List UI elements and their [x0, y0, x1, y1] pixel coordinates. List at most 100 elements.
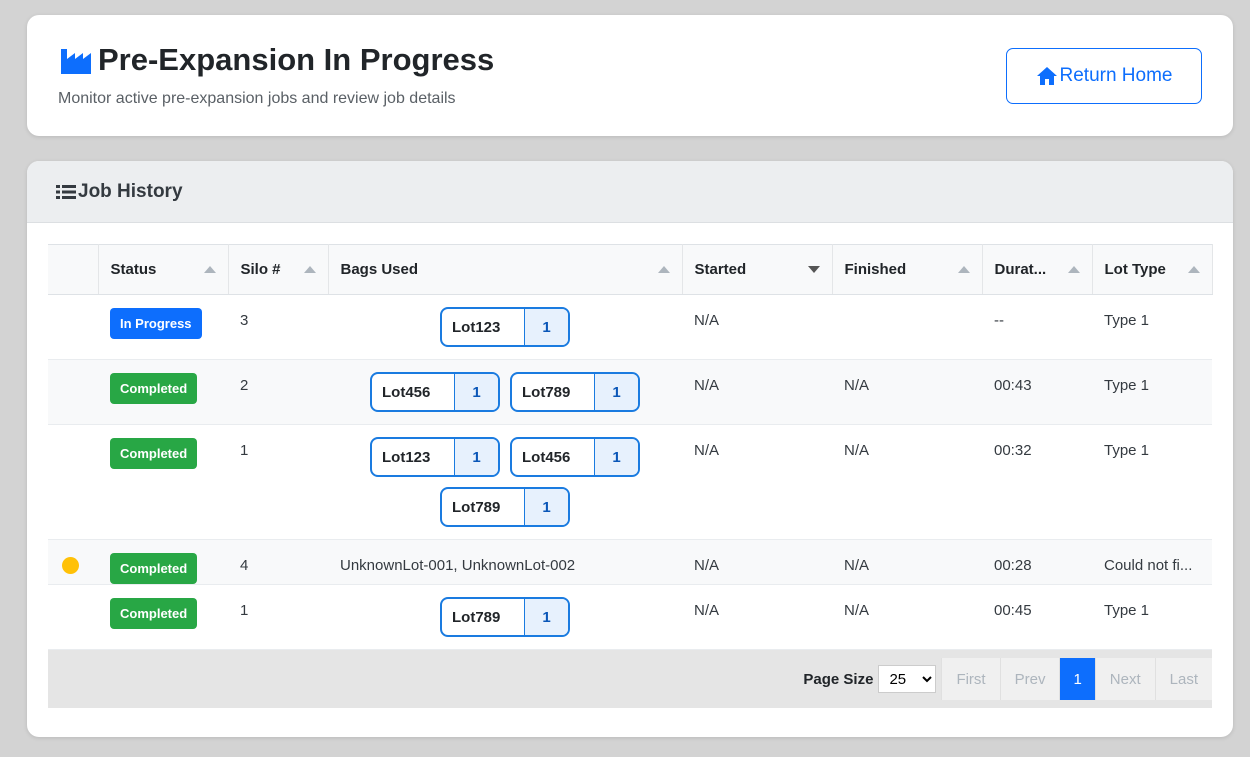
lot-type-cell: Could not fi... — [1092, 539, 1212, 585]
flag-cell — [48, 359, 98, 425]
finished-cell — [832, 294, 982, 360]
duration-cell: 00:32 — [982, 424, 1092, 540]
finished-cell: N/A — [832, 424, 982, 540]
column-header-lot-type[interactable]: Lot Type — [1092, 244, 1213, 295]
flag-cell — [48, 424, 98, 540]
column-header-label: Status — [110, 261, 157, 278]
silo-cell: 4 — [228, 539, 328, 585]
column-header-label: Silo # — [240, 261, 281, 278]
lot-name: Lot789 — [522, 383, 571, 401]
page-size-label: Page Size — [803, 670, 874, 688]
finished-cell: N/A — [832, 584, 982, 650]
page-1-button[interactable]: 1 — [1059, 658, 1095, 700]
lot-chip[interactable]: Lot456 1 — [510, 437, 640, 477]
lot-chip-list: Lot789 1 — [328, 585, 682, 649]
return-home-button[interactable]: Return Home — [1006, 48, 1202, 104]
lot-name: Lot123 — [382, 448, 431, 466]
bags-used-cell: Lot123 1 — [328, 294, 682, 360]
column-header-duration[interactable]: Durat... — [982, 244, 1093, 295]
lot-chip-list: Lot456 1 Lot789 1 — [328, 360, 682, 424]
lot-quantity: 1 — [524, 489, 568, 525]
bags-used-cell: UnknownLot-001, UnknownLot-002 — [328, 539, 682, 585]
table-header-row: Status Silo # Bags Used Started Finished… — [48, 244, 1213, 295]
lot-chip[interactable]: Lot789 1 — [440, 487, 570, 527]
prev-page-button[interactable]: Prev — [999, 658, 1060, 700]
column-header-silo[interactable]: Silo # — [228, 244, 329, 295]
status-cell: Completed — [98, 539, 228, 585]
lot-quantity: 1 — [454, 439, 498, 475]
status-badge: Completed — [110, 553, 198, 584]
lot-quantity: 1 — [524, 599, 568, 635]
duration-cell: 00:45 — [982, 584, 1092, 650]
lot-quantity: 1 — [594, 439, 638, 475]
bags-used-cell: Lot789 1 — [328, 584, 682, 650]
header-card: Pre-Expansion In Progress Monitor active… — [27, 15, 1233, 136]
page-size-select[interactable]: 25 — [878, 665, 937, 693]
first-page-button[interactable]: First — [941, 658, 1000, 700]
column-header-flag — [48, 244, 99, 295]
status-badge: In Progress — [110, 308, 202, 339]
lot-chip-list: Lot123 1 Lot456 1 Lot789 1 — [328, 425, 682, 539]
sort-asc-icon — [957, 266, 970, 273]
table-row[interactable]: Completed 1 Lot789 1 N/A N/A 00:45 Type 1 — [48, 584, 1212, 650]
sort-desc-icon — [807, 266, 820, 273]
return-home-label: Return Home — [1059, 65, 1173, 86]
started-cell: N/A — [682, 424, 832, 540]
status-cell: Completed — [98, 424, 228, 540]
bags-used-cell: Lot123 1 Lot456 1 Lot789 1 — [328, 424, 682, 540]
column-header-finished[interactable]: Finished — [832, 244, 983, 295]
duration-cell: 00:28 — [982, 539, 1092, 585]
home-icon — [1036, 67, 1057, 85]
silo-cell: 1 — [228, 424, 328, 540]
started-cell: N/A — [682, 294, 832, 360]
lot-chip[interactable]: Lot789 1 — [510, 372, 640, 412]
flag-cell — [48, 539, 98, 585]
silo-cell: 2 — [228, 359, 328, 425]
page-title: Pre-Expansion In Progress — [60, 42, 494, 78]
column-header-label: Started — [694, 261, 747, 278]
silo-cell: 3 — [228, 294, 328, 360]
job-history-card: Job History Status Silo # Bags Used Star… — [27, 161, 1233, 737]
lot-quantity: 1 — [454, 374, 498, 410]
pagination-bar: Page Size 25 First Prev 1 Next Last — [48, 650, 1212, 708]
column-header-started[interactable]: Started — [682, 244, 833, 295]
lot-name: Lot789 — [452, 608, 501, 626]
next-page-button[interactable]: Next — [1094, 658, 1155, 700]
lot-quantity: 1 — [524, 309, 568, 345]
status-badge: Completed — [110, 373, 198, 404]
lot-chip[interactable]: Lot123 1 — [440, 307, 570, 347]
sort-asc-icon — [203, 266, 216, 273]
sort-asc-icon — [657, 266, 670, 273]
started-cell: N/A — [682, 539, 832, 585]
lot-chip[interactable]: Lot789 1 — [440, 597, 570, 637]
status-badge: Completed — [110, 438, 198, 469]
flag-cell — [48, 584, 98, 650]
lot-name: Lot456 — [522, 448, 571, 466]
table-row[interactable]: Completed 1 Lot123 1 Lot456 1 Lot789 1 N/A N/A 00:… — [48, 424, 1212, 540]
sort-asc-icon — [1067, 266, 1080, 273]
page-title-text: Pre-Expansion In Progress — [98, 42, 495, 77]
lot-name: Lot123 — [452, 318, 501, 336]
column-header-label: Bags Used — [340, 261, 419, 278]
lot-chip[interactable]: Lot123 1 — [370, 437, 500, 477]
table-row[interactable]: In Progress 3 Lot123 1 N/A -- Type 1 — [48, 294, 1212, 360]
last-page-button[interactable]: Last — [1154, 658, 1212, 700]
warning-dot-icon — [62, 557, 79, 574]
status-badge: Completed — [110, 598, 198, 629]
lot-chip[interactable]: Lot456 1 — [370, 372, 500, 412]
column-header-bags-used[interactable]: Bags Used — [328, 244, 683, 295]
factory-icon — [61, 49, 91, 74]
status-cell: Completed — [98, 359, 228, 425]
column-header-status[interactable]: Status — [98, 244, 229, 295]
column-header-label: Finished — [844, 261, 907, 278]
column-header-label: Lot Type — [1104, 261, 1166, 278]
status-cell: In Progress — [98, 294, 228, 360]
flag-cell — [48, 294, 98, 360]
started-cell: N/A — [682, 584, 832, 650]
job-history-title: Job History — [78, 180, 183, 202]
lot-type-cell: Type 1 — [1092, 584, 1212, 650]
finished-cell: N/A — [832, 359, 982, 425]
table-row[interactable]: Completed 2 Lot456 1 Lot789 1 N/A N/A 00:43 Type … — [48, 359, 1212, 425]
table-row[interactable]: Completed 4 UnknownLot-001, UnknownLot-002… — [48, 539, 1212, 585]
lot-type-cell: Type 1 — [1092, 424, 1212, 540]
